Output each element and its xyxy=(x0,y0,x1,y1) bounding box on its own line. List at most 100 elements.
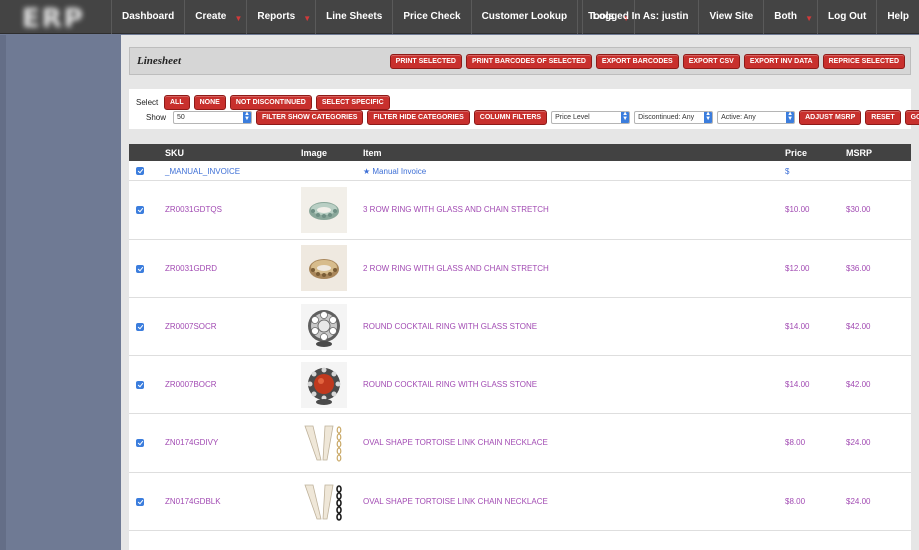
select-label: Select xyxy=(136,98,159,107)
nav-both[interactable]: Both ▼ xyxy=(764,0,818,34)
nav-customer-lookup[interactable]: Customer Lookup xyxy=(472,0,579,34)
row-checkbox[interactable] xyxy=(136,206,144,214)
row-msrp: $42.00 xyxy=(846,380,871,389)
discontinued-select[interactable]: Discontinued: Any ▲ ▼ xyxy=(634,111,714,124)
nav-line-sheets[interactable]: Line Sheets xyxy=(316,0,394,34)
export-csv-button[interactable]: EXPORT CSV xyxy=(682,54,740,69)
adjust-msrp-button[interactable]: ADJUST MSRP xyxy=(799,110,862,125)
row-checkbox[interactable] xyxy=(136,323,144,331)
select-none-button[interactable]: NONE xyxy=(193,95,226,110)
row-item[interactable]: ROUND COCKTAIL RING WITH GLASS STONE xyxy=(363,380,537,389)
row-msrp: $24.00 xyxy=(846,497,871,506)
column-filters-button[interactable]: COLUMN FILTERS xyxy=(473,110,548,125)
export-barcodes-button[interactable]: EXPORT BARCODES xyxy=(595,54,679,69)
export-inv-data-button[interactable]: EXPORT INV DATA xyxy=(743,54,819,69)
main-content: Linesheet PRINT SELECTED PRINT BARCODES … xyxy=(121,35,919,550)
filter-hide-categories-button[interactable]: FILTER HIDE CATEGORIES xyxy=(367,110,470,125)
row-price: $14.00 xyxy=(785,380,810,389)
col-price[interactable]: Price xyxy=(785,148,807,158)
row-sku[interactable]: ZR0031GDRD xyxy=(165,264,217,273)
row-sku[interactable]: _MANUAL_INVOICE xyxy=(165,167,240,176)
table-row[interactable] xyxy=(129,531,911,550)
filter-show-categories-button[interactable]: FILTER SHOW CATEGORIES xyxy=(256,110,364,125)
col-image: Image xyxy=(301,148,328,158)
col-item[interactable]: Item xyxy=(363,148,382,158)
left-sidebar xyxy=(0,35,120,550)
row-checkbox[interactable] xyxy=(136,265,144,273)
product-thumbnail[interactable] xyxy=(301,479,347,525)
show-count-select[interactable]: 50 ▲ ▼ xyxy=(173,111,252,124)
ring-red-icon xyxy=(301,362,347,408)
go-button[interactable]: GO xyxy=(904,110,919,125)
nav-log-out[interactable]: Log Out xyxy=(818,0,878,34)
row-item[interactable]: OVAL SHAPE TORTOISE LINK CHAIN NECKLACE xyxy=(363,497,548,506)
table-row[interactable]: ZR0007BOCR ROUND COCKTAIL RING WITH GLAS… xyxy=(129,356,911,414)
table-row[interactable]: _MANUAL_INVOICE ★ Manual Invoice $ xyxy=(129,161,911,181)
select-arrows-icon: ▲ ▼ xyxy=(704,111,713,123)
linesheet-header: Linesheet PRINT SELECTED PRINT BARCODES … xyxy=(129,47,911,75)
erp-logo[interactable]: ERP xyxy=(22,4,98,34)
row-checkbox[interactable] xyxy=(136,167,144,175)
chevron-down-icon: ▼ xyxy=(303,14,312,23)
row-item[interactable]: 2 ROW RING WITH GLASS AND CHAIN STRETCH xyxy=(363,264,549,273)
row-msrp: $36.00 xyxy=(846,264,871,273)
table-row[interactable]: ZR0031GDRD 2 ROW RING WITH GLASS AND CHA… xyxy=(129,240,911,298)
filter-controls: 50 ▲ ▼ FILTER SHOW CATEGORIES FILTER HIDE… xyxy=(173,110,919,125)
print-barcodes-button[interactable]: PRINT BARCODES OF SELECTED xyxy=(465,54,592,69)
row-item[interactable]: OVAL SHAPE TORTOISE LINK CHAIN NECKLACE xyxy=(363,438,548,447)
price-level-select[interactable]: Price Level ▲ ▼ xyxy=(551,111,631,124)
row-price: $14.00 xyxy=(785,322,810,331)
print-selected-button[interactable]: PRINT SELECTED xyxy=(389,54,462,69)
necklace-black-icon xyxy=(301,479,347,525)
row-item[interactable]: ROUND COCKTAIL RING WITH GLASS STONE xyxy=(363,322,537,331)
row-checkbox[interactable] xyxy=(136,498,144,506)
col-sku[interactable]: SKU xyxy=(165,148,184,158)
table-row[interactable]: ZN0174GDBLK OVAL SHAPE TORTOISE LINK CHA… xyxy=(129,473,911,531)
main-menu: Dashboard Create ▼ Reports ▼ Line Sheets P… xyxy=(111,0,636,34)
show-label: Show xyxy=(146,113,167,122)
row-price: $12.00 xyxy=(785,264,810,273)
row-sku[interactable]: ZR0031GDTQS xyxy=(165,205,222,214)
row-sku[interactable]: ZN0174GDIVY xyxy=(165,438,218,447)
reprice-selected-button[interactable]: REPRICE SELECTED xyxy=(822,54,905,69)
product-thumbnail[interactable] xyxy=(301,245,347,291)
nav-view-site[interactable]: View Site xyxy=(699,0,765,34)
product-thumbnail[interactable] xyxy=(301,187,347,233)
row-price: $8.00 xyxy=(785,438,806,447)
filter-panel: Select ALL NONE NOT DISCONTINUED SELECT … xyxy=(129,89,919,129)
row-sku[interactable]: ZR0007SOCR xyxy=(165,322,217,331)
table-row[interactable]: ZR0007SOCR ROUND COCKTAIL RING WITH GLAS… xyxy=(129,298,911,356)
nav-create[interactable]: Create ▼ xyxy=(185,0,248,34)
row-sku[interactable]: ZR0007BOCR xyxy=(165,380,217,389)
header-actions: PRINT SELECTED PRINT BARCODES OF SELECTE… xyxy=(389,54,905,69)
active-select[interactable]: Active: Any ▲ ▼ xyxy=(717,111,796,124)
row-checkbox[interactable] xyxy=(136,439,144,447)
chevron-down-icon: ▼ xyxy=(805,14,813,23)
sidebar-edge xyxy=(0,35,6,550)
chevron-down-icon: ▼ xyxy=(234,14,243,23)
table-header: SKU Image Item Price MSRP xyxy=(129,144,911,161)
table-row[interactable]: ZN0174GDIVY OVAL SHAPE TORTOISE LINK CHA… xyxy=(129,414,911,473)
product-thumbnail[interactable] xyxy=(301,362,347,408)
row-checkbox[interactable] xyxy=(136,381,144,389)
row-price: $8.00 xyxy=(785,497,806,506)
linesheet-table: SKU Image Item Price MSRP _MANUAL_INVOIC… xyxy=(129,144,911,550)
table-row[interactable]: ZR0031GDTQS 3 ROW RING WITH GLASS AND CH… xyxy=(129,181,911,240)
ring-crystal-icon xyxy=(301,304,347,350)
nav-price-check[interactable]: Price Check xyxy=(393,0,472,34)
select-specific-button[interactable]: SELECT SPECIFIC xyxy=(315,95,390,110)
row-item[interactable]: ★ Manual Invoice xyxy=(363,167,426,176)
nav-dashboard[interactable]: Dashboard xyxy=(112,0,186,34)
nav-help[interactable]: Help xyxy=(877,0,919,34)
col-msrp[interactable]: MSRP xyxy=(846,148,872,158)
select-not-discontinued-button[interactable]: NOT DISCONTINUED xyxy=(229,95,312,110)
reset-button[interactable]: RESET xyxy=(865,110,901,125)
product-thumbnail[interactable] xyxy=(301,420,347,466)
row-price: $ xyxy=(785,167,790,176)
product-thumbnail[interactable] xyxy=(301,304,347,350)
nav-reports[interactable]: Reports ▼ xyxy=(247,0,317,34)
page-title: Linesheet xyxy=(137,55,181,67)
row-item[interactable]: 3 ROW RING WITH GLASS AND CHAIN STRETCH xyxy=(363,205,549,214)
row-sku[interactable]: ZN0174GDBLK xyxy=(165,497,221,506)
select-all-button[interactable]: ALL xyxy=(164,95,190,110)
